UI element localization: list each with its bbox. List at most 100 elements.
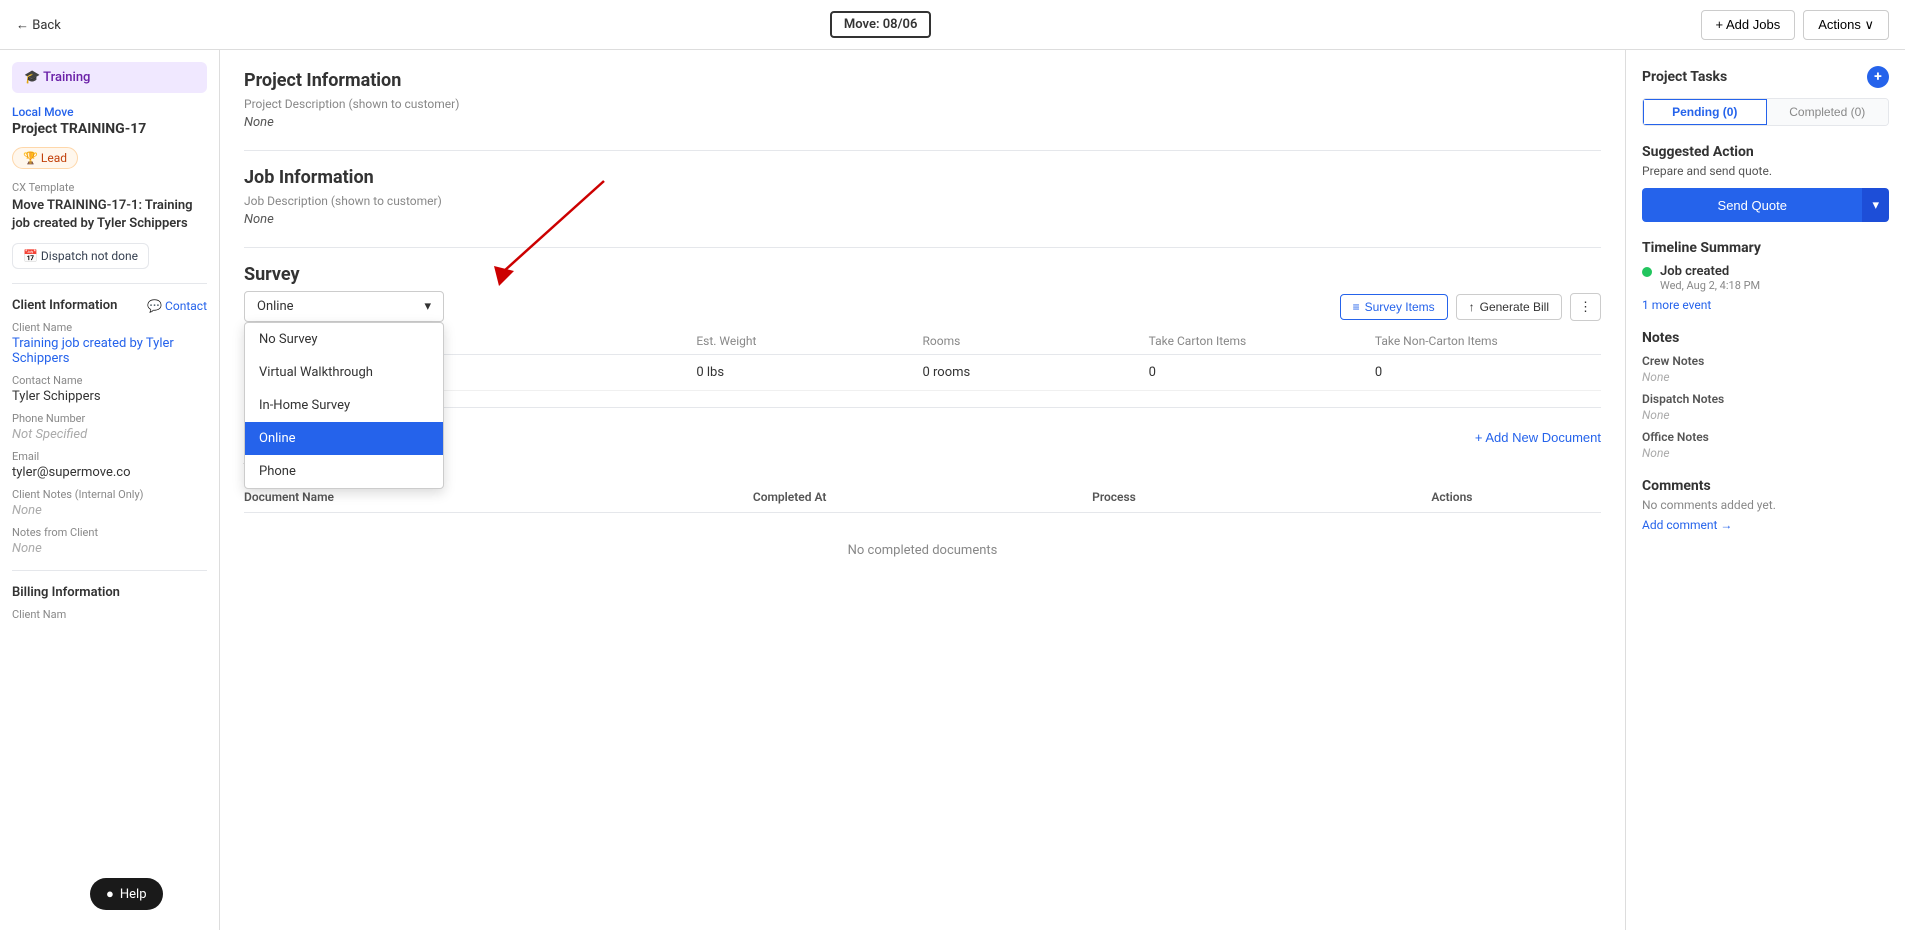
left-sidebar: 🎓 Training Local Move Project TRAINING-1… (0, 50, 220, 930)
survey-dropdown[interactable]: Online ▾ (244, 291, 444, 322)
survey-option-no-survey[interactable]: No Survey (245, 323, 443, 356)
project-tasks-title: Project Tasks + (1642, 66, 1889, 88)
survey-dropdown-wrapper: Online ▾ No Survey Virtual Walkthrough I… (244, 291, 444, 322)
survey-items-label: Survey Items (1365, 300, 1435, 314)
generate-bill-button[interactable]: ↑ Generate Bill (1456, 294, 1562, 320)
survey-selected-label: Online (257, 299, 294, 314)
phone-value: Not Specified (12, 427, 207, 442)
survey-table: Est. Weight Rooms Take Carton Items Take… (244, 334, 1601, 391)
suggested-action-section: Suggested Action Prepare and send quote.… (1642, 144, 1889, 222)
send-quote-dropdown-button[interactable]: ▾ (1862, 188, 1889, 222)
header-actions: + Add Jobs Actions ∨ (1701, 10, 1889, 40)
timeline-title: Timeline Summary (1642, 240, 1889, 256)
client-info-title: Client Information (12, 298, 117, 313)
row-carton: 0 (1149, 365, 1375, 380)
phone-label: Phone Number (12, 412, 207, 425)
help-button[interactable]: ● Help (90, 878, 163, 910)
actions-button[interactable]: Actions ∨ (1803, 10, 1889, 40)
survey-option-phone[interactable]: Phone (245, 455, 443, 488)
project-desc-value: None (244, 115, 1601, 130)
survey-more-button[interactable]: ⋮ (1570, 293, 1601, 321)
top-header: ← Back Move: 08/06 + Add Jobs Actions ∨ (0, 0, 1905, 50)
survey-dropdown-container: Online ▾ No Survey Virtual Walkthrough I… (244, 291, 444, 322)
comments-title: Comments (1642, 478, 1889, 494)
col-header-carton: Take Carton Items (1149, 334, 1375, 348)
timeline-section: Timeline Summary Job created Wed, Aug 2,… (1642, 240, 1889, 312)
email-label: Email (12, 450, 207, 463)
row-est-weight: 0 lbs (696, 365, 922, 380)
send-quote-wrapper: Send Quote ▾ (1642, 188, 1889, 222)
survey-option-in-home[interactable]: In-Home Survey (245, 389, 443, 422)
job-desc-value: None (244, 212, 1601, 227)
row-non-carton: 0 (1375, 365, 1601, 380)
send-quote-button[interactable]: Send Quote (1642, 188, 1862, 222)
dispatch-notes-label: Dispatch Notes (1642, 392, 1889, 406)
help-label: Help (120, 887, 147, 902)
no-docs-message: No completed documents (244, 513, 1601, 588)
client-name-label: Client Name (12, 321, 207, 334)
survey-table-row: 0 lbs 0 rooms 0 0 (244, 355, 1601, 391)
more-events-link[interactable]: 1 more event (1642, 298, 1889, 312)
no-comments-text: No comments added yet. (1642, 498, 1889, 512)
pending-tab[interactable]: Pending (0) (1643, 99, 1767, 125)
docs-header: Documents ⋮ + Add New Document (244, 428, 1601, 447)
job-info-heading: Job Information (244, 167, 1601, 188)
survey-option-virtual-walkthrough[interactable]: Virtual Walkthrough (245, 356, 443, 389)
office-notes-value: None (1642, 446, 1889, 460)
dispatch-notes-value: None (1642, 408, 1889, 422)
back-link[interactable]: ← Back (16, 17, 61, 33)
client-notes-label: Client Notes (Internal Only) (12, 488, 207, 501)
job-title: Move TRAINING-17-1: Training job created… (12, 197, 207, 233)
generate-bill-icon: ↑ (1469, 300, 1475, 314)
add-comment-link[interactable]: Add comment → (1642, 518, 1889, 532)
survey-dropdown-menu: No Survey Virtual Walkthrough In-Home Su… (244, 322, 444, 489)
crew-notes-label: Crew Notes (1642, 354, 1889, 368)
center-content: Project Information Project Description … (220, 50, 1625, 930)
timeline-job-created: Job created (1660, 264, 1760, 279)
generate-bill-label: Generate Bill (1480, 300, 1549, 314)
right-panel: Project Tasks + Pending (0) Completed (0… (1625, 50, 1905, 930)
timeline-item: Job created Wed, Aug 2, 4:18 PM (1642, 264, 1889, 292)
move-badge: Move: 08/06 (830, 11, 932, 38)
add-jobs-button[interactable]: + Add Jobs (1701, 10, 1796, 40)
contact-link[interactable]: 💬 Contact (147, 299, 207, 313)
project-tasks-section: Project Tasks + Pending (0) Completed (0… (1642, 66, 1889, 126)
suggested-action-title: Suggested Action (1642, 144, 1889, 160)
client-notes-value: None (12, 503, 207, 518)
cx-template-label: CX Template (12, 181, 207, 194)
survey-option-online[interactable]: Online (245, 422, 443, 455)
email-value: tyler@supermove.co (12, 465, 207, 480)
survey-table-header: Est. Weight Rooms Take Carton Items Take… (244, 334, 1601, 355)
lead-badge: 🏆 Lead (12, 147, 78, 169)
survey-items-icon: ≡ (1353, 300, 1360, 314)
col-header-non-carton: Take Non-Carton Items (1375, 334, 1601, 348)
timeline-dot (1642, 267, 1652, 277)
crew-notes-value: None (1642, 370, 1889, 384)
client-info-header: Client Information 💬 Contact (12, 298, 207, 313)
doc-col-actions: Actions (1431, 490, 1601, 504)
project-info-heading: Project Information (244, 70, 1601, 91)
contact-name-value: Tyler Schippers (12, 389, 207, 404)
client-name-value[interactable]: Training job created by Tyler Schippers (12, 336, 207, 366)
survey-items-button[interactable]: ≡ Survey Items (1340, 294, 1448, 320)
job-desc-label: Job Description (shown to customer) (244, 194, 1601, 208)
help-icon: ● (106, 886, 114, 902)
survey-header: Online ▾ No Survey Virtual Walkthrough I… (244, 291, 1601, 322)
col-header-rooms: Rooms (923, 334, 1149, 348)
notes-from-client-label: Notes from Client (12, 526, 207, 539)
notes-section: Notes Crew Notes None Dispatch Notes Non… (1642, 330, 1889, 460)
dropdown-chevron-icon: ▾ (424, 299, 431, 314)
notes-title: Notes (1642, 330, 1889, 346)
completed-tab[interactable]: Completed (0) (1767, 99, 1889, 125)
suggested-action-desc: Prepare and send quote. (1642, 164, 1889, 178)
completed-docs-header[interactable]: ▾ Completed Documents (0) (244, 459, 1601, 474)
survey-heading: Survey (244, 264, 1601, 285)
add-document-button[interactable]: + Add New Document (1475, 430, 1601, 445)
billing-client-label: Client Nam (12, 608, 207, 621)
notes-from-client-value: None (12, 541, 207, 556)
tasks-tabs: Pending (0) Completed (0) (1642, 98, 1889, 126)
add-task-icon[interactable]: + (1867, 66, 1889, 88)
training-badge: 🎓 Training (12, 62, 207, 93)
timeline-details: Job created Wed, Aug 2, 4:18 PM (1660, 264, 1760, 292)
doc-col-completed: Completed At (753, 490, 1092, 504)
